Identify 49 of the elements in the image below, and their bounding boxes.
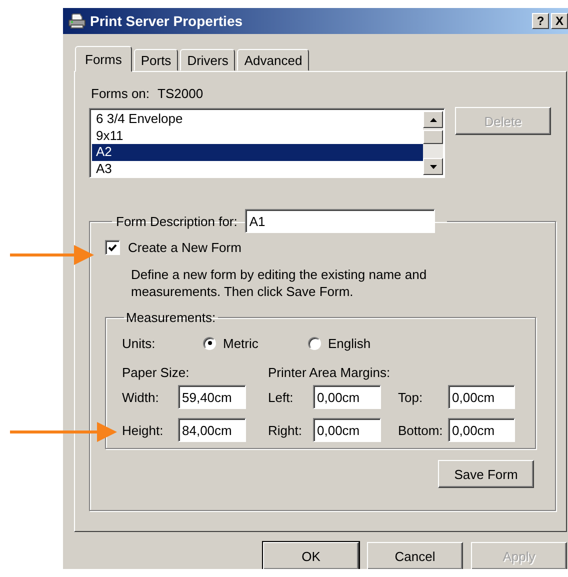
tab[interactable]: Ports — [134, 49, 178, 71]
paper-size-label: Paper Size: — [122, 365, 190, 380]
measurements-label: Measurements: — [126, 310, 216, 325]
window-title: Print Server Properties — [90, 13, 244, 29]
printer-icon — [68, 13, 86, 29]
help-button[interactable]: ? — [532, 13, 549, 29]
checkbox[interactable] — [105, 240, 120, 255]
ok-button[interactable]: OK — [263, 542, 359, 569]
scroll-up-button[interactable] — [423, 111, 443, 128]
forms-list[interactable]: 6 3/4 Envelope 9x11 A2 A3 — [89, 108, 445, 178]
checkbox-label[interactable]: Create a New Form — [128, 240, 242, 255]
units-label: Units: — [122, 336, 156, 350]
tab[interactable]: Drivers — [180, 49, 236, 71]
tab[interactable]: Forms — [75, 46, 132, 72]
margins-label: Printer Area Margins: — [268, 365, 390, 380]
radio-button[interactable] — [203, 336, 216, 350]
checkmark-icon — [108, 244, 117, 252]
tab[interactable]: Advanced — [237, 49, 310, 71]
scroll-down-button[interactable] — [423, 158, 443, 175]
down-arrow-icon — [430, 164, 436, 168]
field-label: Right: — [268, 422, 303, 438]
list-item[interactable]: A2 — [92, 144, 423, 160]
radio-label[interactable]: Metric — [223, 336, 258, 350]
measurement-field[interactable]: 0,00cm — [313, 385, 381, 409]
form-name-field[interactable]: A1 — [245, 209, 436, 233]
field-label: Height: — [122, 422, 164, 438]
list-item[interactable]: 9x11 — [92, 128, 423, 144]
printer-name: TS2000 — [158, 86, 204, 101]
forms-on-label: Forms on: — [91, 86, 150, 101]
save-form-button[interactable]: Save Form — [438, 460, 534, 488]
measurement-field[interactable]: 0,00cm — [448, 418, 515, 442]
radio-button[interactable] — [308, 336, 321, 350]
measurement-field[interactable]: 0,00cm — [313, 418, 381, 442]
radio-label[interactable]: English — [328, 336, 371, 350]
cancel-button[interactable]: Cancel — [367, 542, 463, 569]
field-label: Width: — [122, 390, 160, 404]
list-item[interactable]: A3 — [92, 160, 423, 175]
measurement-field[interactable]: 0,00cm — [448, 385, 515, 409]
field-label: Bottom: — [398, 422, 444, 438]
form-description-label: Form Description for: — [116, 214, 238, 228]
scroll-thumb[interactable] — [423, 130, 443, 144]
field-label: Left: — [268, 390, 294, 404]
measurement-field[interactable]: 59,40cm — [178, 385, 246, 409]
field-label: Top: — [398, 390, 424, 404]
instructions-text: Define a new form by editing the existing name and measurements. Then click Save Form. — [131, 266, 428, 300]
up-arrow-icon — [430, 118, 436, 122]
list-item[interactable]: 6 3/4 Envelope — [92, 111, 423, 128]
measurement-field[interactable]: 84,00cm — [178, 418, 246, 442]
close-button[interactable]: X — [551, 13, 568, 29]
